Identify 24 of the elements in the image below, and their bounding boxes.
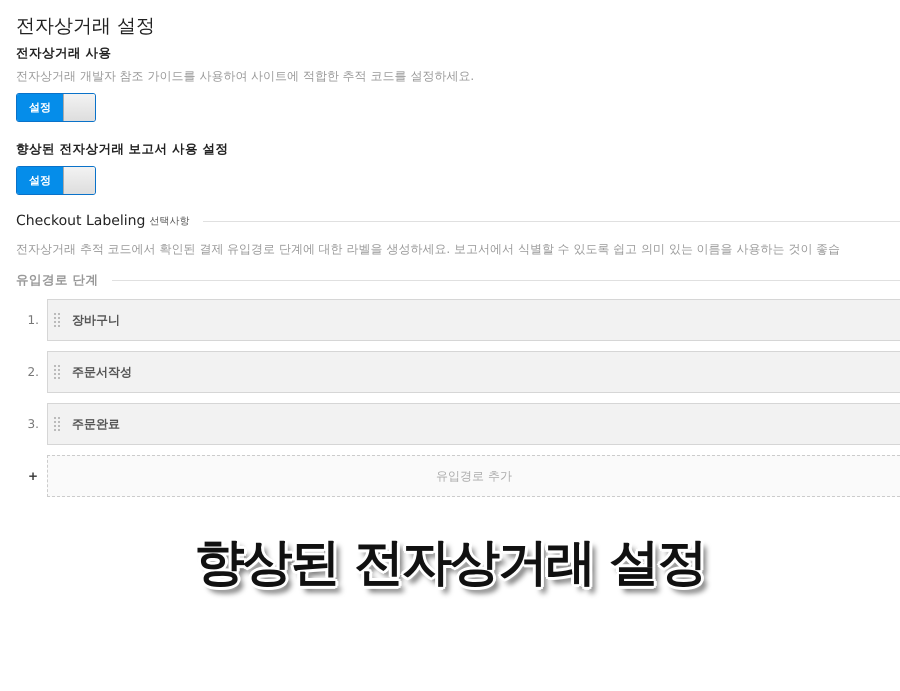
toggle-switch[interactable]: 설정 [16, 166, 96, 195]
setting-label: 향상된 전자상거래 보고서 사용 설정 [16, 140, 230, 158]
toggle-switch[interactable]: 설정 [16, 93, 96, 122]
step-number: 1. [26, 313, 40, 327]
step-number: 2. [26, 365, 40, 379]
step-item[interactable]: 주문서작성 [47, 351, 900, 393]
step-item[interactable]: 주문완료 [47, 403, 900, 445]
section-description: 전자상거래 추적 코드에서 확인된 결제 유입경로 단계에 대한 라벨을 생성하세요. 보고서에서 식별할 수 있도록 쉽고 의미 있는 이름을 사용하는 것이 좋습 [16, 241, 842, 258]
step-name: 주문서작성 [72, 364, 132, 380]
step-name: 장바구니 [72, 312, 120, 328]
step-name: 주문완료 [72, 416, 120, 432]
step-item[interactable]: 장바구니 [47, 299, 900, 341]
step-number: 3. [26, 417, 40, 431]
optional-label: 선택사항 [149, 215, 190, 228]
plus-sign: + [27, 469, 40, 483]
drag-handle-icon[interactable] [54, 313, 60, 327]
caption-text: 향상된 전자상거래 설정 [194, 532, 706, 593]
setting-description: 전자상거래 개발자 참조 가이드를 사용하여 사이트에 적합한 추적 코드를 설정하세요. [16, 68, 476, 85]
subsection-title: 유입경로 단계 [16, 272, 98, 289]
setting-label: 전자상거래 사용 [16, 44, 112, 62]
page-title: 전자상거래 설정 [16, 14, 156, 38]
drag-handle-icon[interactable] [54, 417, 60, 431]
section-title: Checkout Labeling [16, 213, 146, 229]
drag-handle-icon[interactable] [54, 365, 60, 379]
